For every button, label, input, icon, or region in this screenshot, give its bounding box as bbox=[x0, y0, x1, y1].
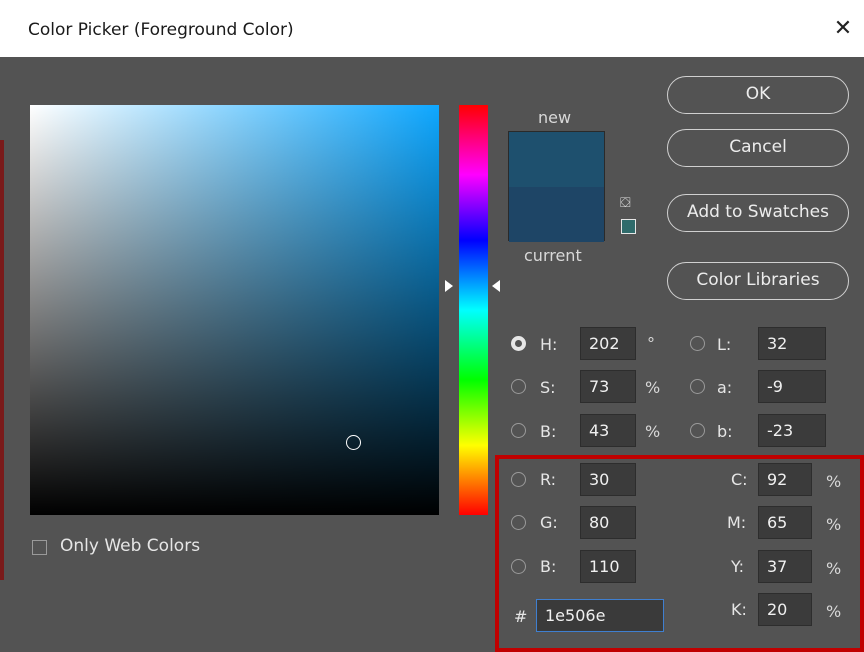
current-color-label: current bbox=[524, 246, 582, 265]
new-color-label: new bbox=[538, 108, 572, 127]
saturation-unit: % bbox=[645, 378, 661, 397]
color-preview bbox=[508, 131, 605, 242]
saturation-label: S: bbox=[540, 378, 556, 397]
lab-a-field[interactable]: -9 bbox=[758, 370, 826, 403]
brightness-field[interactable]: 43 bbox=[580, 414, 636, 447]
lab-b-field[interactable]: -23 bbox=[758, 414, 826, 447]
highlight-box bbox=[495, 455, 864, 652]
gamut-cube-icon[interactable]: ⛋ bbox=[620, 195, 631, 211]
lab-b-label: b: bbox=[717, 422, 733, 441]
websafe-color-swatch[interactable] bbox=[621, 219, 636, 234]
hue-slider-left-arrow-icon[interactable] bbox=[445, 280, 453, 292]
brightness-unit: % bbox=[645, 422, 661, 441]
lab-b-radio[interactable] bbox=[690, 423, 705, 438]
lab-a-radio[interactable] bbox=[690, 379, 705, 394]
hue-field[interactable]: 202 bbox=[580, 327, 636, 360]
lab-l-radio[interactable] bbox=[690, 336, 705, 351]
hue-unit: ° bbox=[647, 334, 655, 353]
only-web-colors-checkbox[interactable] bbox=[32, 540, 47, 555]
color-libraries-button[interactable]: Color Libraries bbox=[667, 262, 849, 300]
brightness-radio[interactable] bbox=[511, 423, 526, 438]
window-title: Color Picker (Foreground Color) bbox=[28, 20, 294, 40]
lab-l-label: L: bbox=[717, 335, 732, 354]
close-icon[interactable]: ✕ bbox=[828, 14, 858, 44]
saturation-radio[interactable] bbox=[511, 379, 526, 394]
hue-slider[interactable] bbox=[459, 105, 488, 515]
hue-slider-right-arrow-icon[interactable] bbox=[492, 280, 500, 292]
lab-a-label: a: bbox=[717, 378, 733, 397]
hue-radio[interactable] bbox=[511, 336, 526, 351]
only-web-colors-label: Only Web Colors bbox=[60, 536, 201, 556]
brightness-label: B: bbox=[540, 422, 557, 441]
saturation-field[interactable]: 73 bbox=[580, 370, 636, 403]
saturation-brightness-field[interactable] bbox=[30, 105, 439, 515]
lab-l-field[interactable]: 32 bbox=[758, 327, 826, 360]
new-color-swatch bbox=[509, 132, 604, 187]
add-to-swatches-button[interactable]: Add to Swatches bbox=[667, 194, 849, 232]
hue-label: H: bbox=[540, 335, 558, 354]
color-picker-marker[interactable] bbox=[346, 435, 361, 450]
left-edge-accent bbox=[0, 140, 4, 580]
title-bar: Color Picker (Foreground Color) ✕ bbox=[0, 0, 864, 57]
current-color-swatch[interactable] bbox=[509, 187, 604, 242]
cancel-button[interactable]: Cancel bbox=[667, 129, 849, 167]
ok-button[interactable]: OK bbox=[667, 76, 849, 114]
